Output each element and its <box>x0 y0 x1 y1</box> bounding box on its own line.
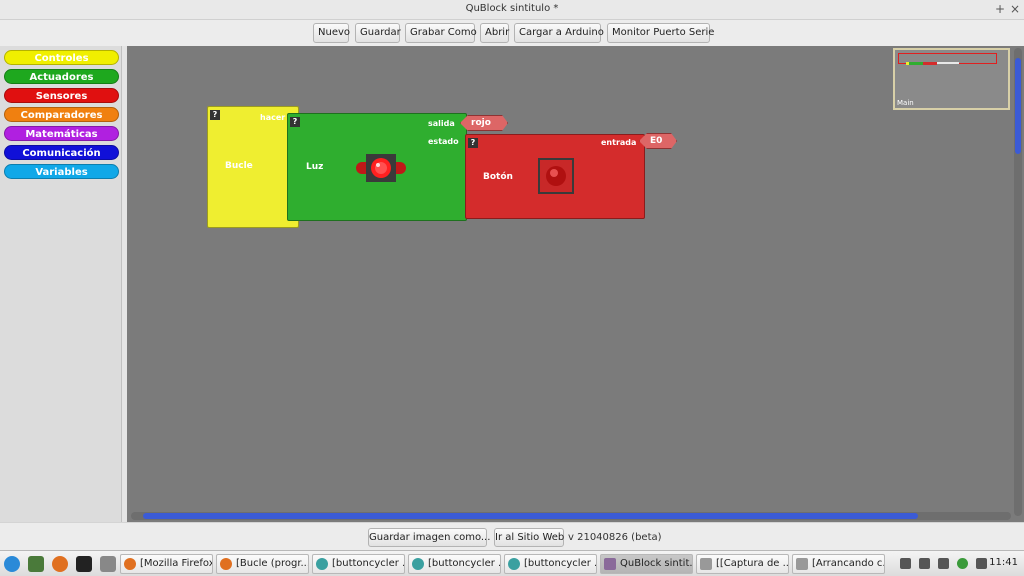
version-label: v 21040826 (beta) <box>568 532 662 543</box>
terminal-icon[interactable] <box>76 556 92 572</box>
taskbar-item-active[interactable]: QuBlock sintit... <box>600 554 693 574</box>
status-bar: Guardar imagen como... Ir al Sitio Web v… <box>0 522 1024 550</box>
serial-monitor-button[interactable]: Monitor Puerto Serie <box>607 23 714 43</box>
button-title: Botón <box>483 172 513 182</box>
title-bar: QuBlock sintitulo * + × <box>0 0 1024 20</box>
loop-title: Bucle <box>225 161 253 171</box>
open-button[interactable]: Abrir <box>480 23 509 43</box>
desktop-icon[interactable] <box>28 556 44 572</box>
network-icon[interactable] <box>900 558 911 569</box>
screenshot-icon <box>700 558 712 570</box>
taskbar-item[interactable]: [Arrancando c... <box>792 554 885 574</box>
category-comunicacion[interactable]: Comunicación <box>4 145 119 160</box>
pin-value-tag[interactable]: E0 <box>639 133 677 149</box>
close-icon[interactable]: × <box>1008 2 1022 16</box>
upload-arduino-button[interactable]: Cargar a Arduino <box>514 23 604 43</box>
loop-block[interactable]: ? hacer Bucle <box>207 106 299 228</box>
website-button[interactable]: Ir al Sitio Web <box>494 528 564 547</box>
loop-socket-label: hacer <box>260 113 286 122</box>
task-label: [Bucle (progr... <box>236 558 309 569</box>
taskbar-item[interactable]: [[Captura de ... <box>696 554 789 574</box>
taskbar-item[interactable]: [buttoncycler ... <box>312 554 405 574</box>
clipboard-icon[interactable] <box>938 558 949 569</box>
new-button[interactable]: Nuevo <box>313 23 350 43</box>
start-menu-icon[interactable] <box>4 556 20 572</box>
clock: 11:41 <box>989 557 1018 568</box>
block-workspace[interactable]: ? hacer Bucle ? salida estado Luz ? entr… <box>127 46 1024 522</box>
window-title: QuBlock sintitulo * <box>465 3 559 14</box>
save-image-button[interactable]: Guardar imagen como... <box>368 528 490 547</box>
vertical-scroll-thumb[interactable] <box>1015 58 1021 154</box>
file-manager-icon[interactable] <box>100 556 116 572</box>
task-label: [Mozilla Firefox] <box>140 558 213 569</box>
toolbar: Nuevo Guardar Grabar Como Abrir Cargar a… <box>0 20 1024 46</box>
battery-icon[interactable] <box>976 558 987 569</box>
horizontal-scrollbar[interactable] <box>131 512 1011 520</box>
minimap-label: Main <box>897 99 914 107</box>
pushbutton-icon <box>538 158 574 194</box>
task-label: QuBlock sintit... <box>620 558 693 569</box>
taskbar-item[interactable]: [Bucle (progr... <box>216 554 309 574</box>
light-help-icon[interactable]: ? <box>290 117 300 127</box>
task-label: [[Captura de ... <box>716 558 789 569</box>
light-title: Luz <box>306 162 324 172</box>
window-icon <box>796 558 808 570</box>
task-label: [Arrancando c... <box>812 558 885 569</box>
block-palette: Controles Actuadores Sensores Comparador… <box>0 46 122 522</box>
button-input-label: entrada <box>601 138 637 147</box>
light-block[interactable]: ? salida estado Luz <box>287 113 467 221</box>
qublock-icon <box>604 558 616 570</box>
arduino-icon <box>412 558 424 570</box>
horizontal-scroll-thumb[interactable] <box>143 513 918 519</box>
category-matematicas[interactable]: Matemáticas <box>4 126 119 141</box>
category-controles[interactable]: Controles <box>4 50 119 65</box>
loop-help-icon[interactable]: ? <box>210 110 220 120</box>
arduino-icon <box>316 558 328 570</box>
led-icon <box>356 153 406 183</box>
light-state-label: estado <box>428 137 459 146</box>
taskbar-item[interactable]: [Mozilla Firefox] <box>120 554 213 574</box>
category-sensores[interactable]: Sensores <box>4 88 119 103</box>
task-label: [buttoncycler ... <box>524 558 597 569</box>
firefox-icon[interactable] <box>52 556 68 572</box>
taskbar-item[interactable]: [buttoncycler ... <box>408 554 501 574</box>
shield-icon[interactable] <box>957 558 968 569</box>
firefox-icon <box>220 558 232 570</box>
light-output-label: salida <box>428 119 455 128</box>
maximize-icon[interactable]: + <box>993 2 1007 16</box>
category-comparadores[interactable]: Comparadores <box>4 107 119 122</box>
save-as-button[interactable]: Grabar Como <box>405 23 477 43</box>
button-block[interactable]: ? entrada Botón <box>465 134 645 219</box>
task-label: [buttoncycler ... <box>428 558 501 569</box>
button-help-icon[interactable]: ? <box>468 138 478 148</box>
volume-icon[interactable] <box>919 558 930 569</box>
minimap[interactable]: Main <box>893 48 1010 110</box>
save-button[interactable]: Guardar <box>355 23 401 43</box>
firefox-icon <box>124 558 136 570</box>
category-variables[interactable]: Variables <box>4 164 119 179</box>
taskbar: [Mozilla Firefox] [Bucle (progr... [butt… <box>0 550 1024 576</box>
task-label: [buttoncycler ... <box>332 558 405 569</box>
taskbar-item[interactable]: [buttoncycler ... <box>504 554 597 574</box>
vertical-scrollbar[interactable] <box>1014 48 1022 516</box>
arduino-icon <box>508 558 520 570</box>
minimap-viewport[interactable] <box>898 53 997 65</box>
color-value-tag[interactable]: rojo <box>460 115 508 131</box>
category-actuadores[interactable]: Actuadores <box>4 69 119 84</box>
